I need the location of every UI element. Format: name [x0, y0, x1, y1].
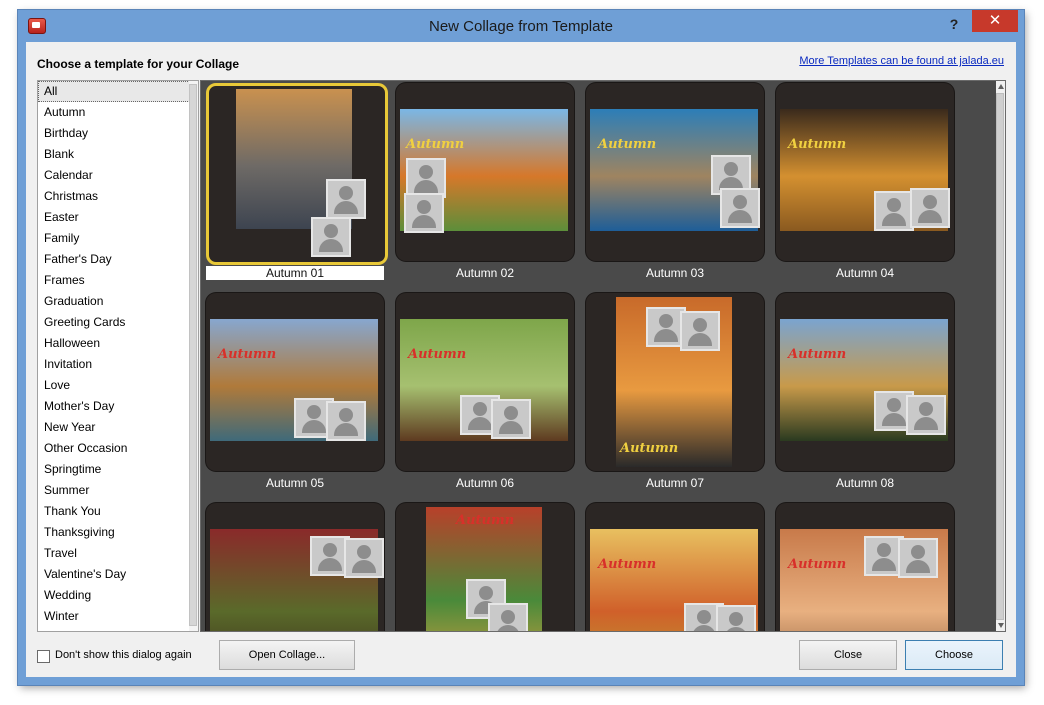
- template-label[interactable]: Autumn 08: [776, 476, 954, 490]
- template-tile[interactable]: Autumn: [396, 83, 574, 261]
- category-item[interactable]: Family: [38, 228, 198, 249]
- dont-show-label: Don't show this dialog again: [55, 649, 192, 661]
- template-caption: Autumn: [218, 347, 277, 362]
- template-caption: Autumn: [788, 347, 847, 362]
- photo-placeholder-icon: [311, 217, 351, 257]
- category-item[interactable]: Winter: [38, 606, 198, 627]
- close-button[interactable]: Close: [799, 640, 897, 670]
- photo-placeholder-icon: [716, 605, 756, 631]
- dont-show-checkbox[interactable]: [37, 650, 50, 663]
- photo-placeholder-icon: [326, 179, 366, 219]
- template-label[interactable]: Autumn 06: [396, 476, 574, 490]
- category-item[interactable]: Blank: [38, 144, 198, 165]
- title-bar[interactable]: New Collage from Template ? ✕: [18, 10, 1024, 42]
- photo-placeholder-icon: [874, 191, 914, 231]
- help-button[interactable]: ?: [944, 14, 964, 34]
- template-label[interactable]: Autumn 03: [586, 266, 764, 280]
- template-label[interactable]: Autumn 05: [206, 476, 384, 490]
- template-tile[interactable]: [206, 503, 384, 631]
- category-item[interactable]: Travel: [38, 543, 198, 564]
- category-item[interactable]: Invitation: [38, 354, 198, 375]
- template-tile[interactable]: Autumn: [586, 503, 764, 631]
- template-gallery[interactable]: Autumn Autumn 01 Autumn Autumn 02 Autumn Autu…: [200, 80, 1006, 632]
- gallery-scrollbar[interactable]: [996, 81, 1005, 631]
- category-item[interactable]: New Year: [38, 417, 198, 438]
- category-list[interactable]: All Autumn Birthday Blank Calendar Christmas E…: [37, 80, 199, 632]
- template-caption: Autumn: [620, 441, 679, 456]
- template-tile[interactable]: Autumn: [586, 83, 764, 261]
- photo-placeholder-icon: [344, 538, 384, 578]
- category-item[interactable]: Love: [38, 375, 198, 396]
- category-item[interactable]: Halloween: [38, 333, 198, 354]
- category-item[interactable]: Christmas: [38, 186, 198, 207]
- category-item[interactable]: Greeting Cards: [38, 312, 198, 333]
- template-tile[interactable]: Autumn: [776, 293, 954, 471]
- template-tile[interactable]: Autumn: [776, 83, 954, 261]
- photo-placeholder-icon: [488, 603, 528, 631]
- category-item[interactable]: Summer: [38, 480, 198, 501]
- category-scroll-thumb[interactable]: [189, 84, 197, 626]
- scroll-up-icon[interactable]: [998, 84, 1004, 89]
- template-caption: Autumn: [598, 557, 657, 572]
- photo-placeholder-icon: [404, 193, 444, 233]
- category-item[interactable]: All: [38, 81, 198, 102]
- scroll-down-icon[interactable]: [998, 623, 1004, 628]
- photo-placeholder-icon: [406, 158, 446, 198]
- template-caption: Autumn: [406, 137, 465, 152]
- category-item[interactable]: Springtime: [38, 459, 198, 480]
- category-item[interactable]: Graduation: [38, 291, 198, 312]
- dialog-window: New Collage from Template ? ✕ Choose a t…: [18, 10, 1024, 685]
- category-item[interactable]: Thank You: [38, 501, 198, 522]
- template-label[interactable]: Autumn 07: [586, 476, 764, 490]
- photo-placeholder-icon: [898, 538, 938, 578]
- photo-placeholder-icon: [491, 399, 531, 439]
- window-title: New Collage from Template: [429, 18, 613, 35]
- close-window-button[interactable]: ✕: [972, 10, 1018, 32]
- heading: Choose a template for your Collage: [37, 57, 240, 71]
- category-item[interactable]: Mother's Day: [38, 396, 198, 417]
- template-tile[interactable]: Autumn: [396, 293, 574, 471]
- dialog-body: Choose a template for your Collage More …: [26, 42, 1016, 677]
- template-caption: Autumn: [598, 137, 657, 152]
- template-tile[interactable]: Autumn: [396, 503, 574, 631]
- photo-placeholder-icon: [910, 188, 950, 228]
- category-item[interactable]: Easter: [38, 207, 198, 228]
- category-item[interactable]: Birthday: [38, 123, 198, 144]
- template-caption: Autumn: [408, 347, 467, 362]
- category-item[interactable]: Other Occasion: [38, 438, 198, 459]
- category-scrollbar[interactable]: [189, 81, 198, 631]
- choose-button[interactable]: Choose: [905, 640, 1003, 670]
- category-item[interactable]: Valentine's Day: [38, 564, 198, 585]
- template-tile[interactable]: Autumn: [776, 503, 954, 631]
- category-item[interactable]: Calendar: [38, 165, 198, 186]
- template-label[interactable]: Autumn 01: [206, 266, 384, 280]
- photo-placeholder-icon: [326, 401, 366, 441]
- template-label[interactable]: Autumn 04: [776, 266, 954, 280]
- photo-placeholder-icon: [680, 311, 720, 351]
- template-caption: Autumn: [788, 137, 847, 152]
- photo-placeholder-icon: [906, 395, 946, 435]
- template-label[interactable]: Autumn 02: [396, 266, 574, 280]
- category-item[interactable]: Frames: [38, 270, 198, 291]
- photo-placeholder-icon: [720, 188, 760, 228]
- template-tile[interactable]: Autumn: [586, 293, 764, 471]
- template-tile[interactable]: Autumn: [206, 83, 388, 265]
- template-caption: Autumn: [238, 228, 296, 229]
- gallery-scroll-thumb[interactable]: [996, 93, 1004, 620]
- open-collage-button[interactable]: Open Collage...: [219, 640, 355, 670]
- category-item[interactable]: Father's Day: [38, 249, 198, 270]
- more-templates-link[interactable]: More Templates can be found at jalada.eu: [799, 55, 1004, 67]
- category-item[interactable]: Autumn: [38, 102, 198, 123]
- template-caption: Autumn: [788, 557, 847, 572]
- template-tile[interactable]: Autumn: [206, 293, 384, 471]
- category-item[interactable]: Wedding: [38, 585, 198, 606]
- template-caption: Autumn: [456, 513, 515, 528]
- category-item[interactable]: Thanksgiving: [38, 522, 198, 543]
